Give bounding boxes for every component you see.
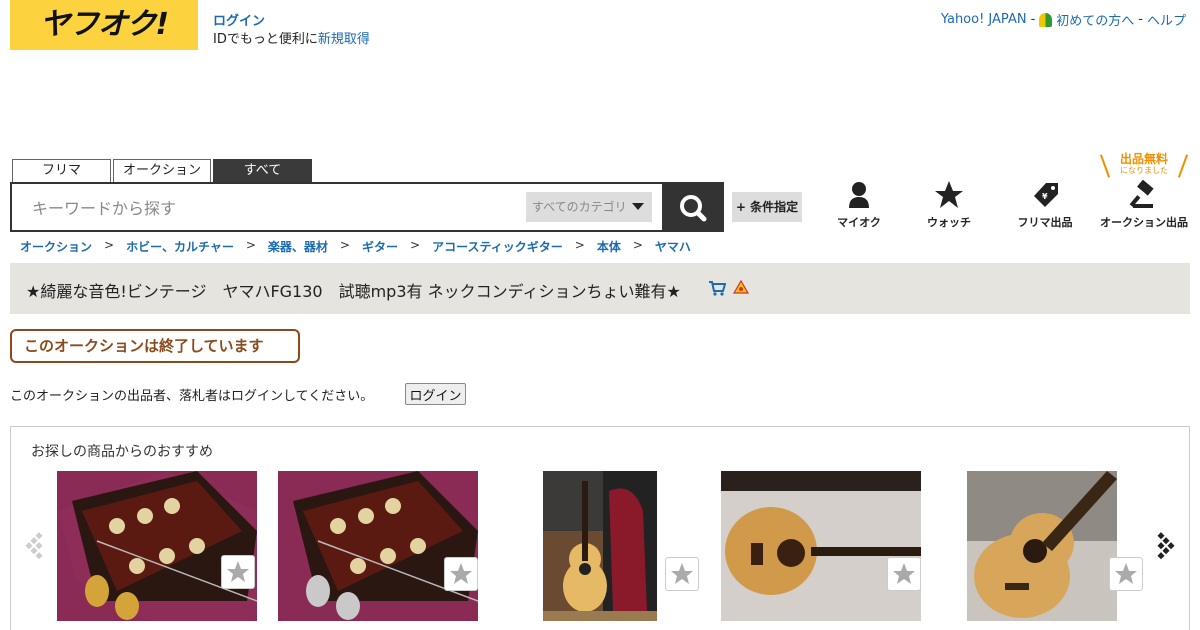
tab-all[interactable]: すべて <box>213 159 312 183</box>
watch-star-button[interactable] <box>1109 557 1143 591</box>
login-subtext: IDでもっと便利に新規取得 <box>213 28 370 47</box>
breadcrumb-item[interactable]: アコースティックギター <box>432 238 563 255</box>
beginner-leaf-icon <box>1039 12 1053 27</box>
guitar-case-photo <box>543 471 657 621</box>
yahuoku-logo[interactable]: ヤフオク! <box>10 0 198 50</box>
auction-listing-link[interactable]: オークション出品 <box>1098 180 1190 230</box>
watch-star-button[interactable] <box>665 557 699 591</box>
search-button[interactable] <box>662 182 724 232</box>
breadcrumb-sep: > <box>245 238 256 252</box>
flea-listing-link[interactable]: ¥ フリマ出品 <box>1000 180 1090 230</box>
search-box: すべてのカテゴリ <box>10 182 664 232</box>
myauction-label: マイオク <box>837 216 881 229</box>
guitar-headstock-photo <box>57 471 257 621</box>
category-select-label: すべてのカテゴリ <box>532 200 627 214</box>
login-sub-prefix: IDでもっと便利に <box>213 32 318 47</box>
login-link[interactable]: ログイン <box>213 10 265 29</box>
item-title: ★綺麗な音色!ビンテージ ヤマハFG130 試聴mp3有 ネックコンディションち… <box>26 282 681 301</box>
star-icon <box>450 563 472 584</box>
tab-auction[interactable]: オークション <box>113 159 211 183</box>
search-icon <box>680 195 707 222</box>
breadcrumb-item[interactable]: ギター <box>362 238 398 255</box>
logo-text: ヤフオク! <box>39 7 169 42</box>
star-icon <box>1115 563 1137 584</box>
category-select[interactable]: すべてのカテゴリ <box>526 192 652 222</box>
breadcrumb-item[interactable]: ヤマハ <box>655 238 691 255</box>
free-listing-badge[interactable]: 出品無料 になりました <box>1099 152 1189 180</box>
star-icon <box>227 561 249 582</box>
item-title-bar: ★綺麗な音色!ビンテージ ヤマハFG130 試聴mp3有 ネックコンディションち… <box>10 263 1190 314</box>
beginners-link[interactable]: 初めての方へ <box>1056 10 1134 29</box>
star-icon <box>935 181 963 208</box>
user-icon <box>849 182 869 208</box>
auction-ended-badge: このオークションは終了しています <box>10 329 300 363</box>
cart-icon <box>709 281 726 296</box>
separator: - <box>1138 12 1143 27</box>
guitar-headstock-photo <box>278 471 478 621</box>
breadcrumb-sep: > <box>339 238 350 252</box>
promo-sub: になりました <box>1120 166 1168 175</box>
prev-arrow-icon[interactable] <box>25 531 47 561</box>
tab-flea[interactable]: フリマ <box>12 159 111 183</box>
help-link[interactable]: ヘルプ <box>1147 10 1186 29</box>
breadcrumb-item[interactable]: ホビー、カルチャー <box>126 238 234 255</box>
watch-label: ウォッチ <box>927 216 971 229</box>
gavel-icon <box>1129 180 1154 208</box>
flea-listing-label: フリマ出品 <box>1017 216 1073 229</box>
breadcrumb-sep: > <box>632 238 643 252</box>
promo-title: 出品無料 <box>1119 152 1168 166</box>
next-arrow-icon[interactable] <box>1155 531 1177 561</box>
svg-text:¥: ¥ <box>1042 192 1048 201</box>
breadcrumb-sep: > <box>104 238 115 252</box>
chevron-down-icon <box>632 203 644 210</box>
login-notice: このオークションの出品者、落札者はログインしてください。 <box>10 389 374 404</box>
acoustic-guitar-photo <box>721 471 921 621</box>
search-input[interactable] <box>32 196 512 220</box>
breadcrumb-sep: > <box>574 238 585 252</box>
breadcrumb-item[interactable]: 本体 <box>597 238 621 255</box>
conditions-button[interactable]: + 条件指定 <box>732 192 802 222</box>
auction-listing-label: オークション出品 <box>1100 216 1188 229</box>
breadcrumb-item[interactable]: 楽器、器材 <box>268 238 328 255</box>
watch-star-button[interactable] <box>221 555 255 589</box>
yahoo-japan-link[interactable]: Yahoo! JAPAN <box>941 12 1027 27</box>
price-tag-icon: ¥ <box>1034 183 1058 207</box>
breadcrumb-sep: > <box>410 238 421 252</box>
register-link[interactable]: 新規取得 <box>318 32 370 47</box>
breadcrumb: オークション > ホビー、カルチャー > 楽器、器材 > ギター > アコースティックギ… <box>20 238 691 255</box>
top-right-links: Yahoo! JAPAN - 初めての方へ - ヘルプ <box>941 10 1186 29</box>
separator: - <box>1030 12 1036 27</box>
watch-link[interactable]: ウォッチ <box>904 180 994 230</box>
recommendations-heading: お探しの商品からのおすすめ <box>31 444 213 460</box>
recommendations-panel: お探しの商品からのおすすめ <box>10 426 1190 630</box>
watch-star-button[interactable] <box>444 557 478 591</box>
star-icon <box>893 563 915 584</box>
myauction-link[interactable]: マイオク <box>814 180 904 230</box>
watch-star-button[interactable] <box>887 557 921 591</box>
login-button[interactable]: ログイン <box>405 383 466 405</box>
acoustic-guitar-photo <box>967 471 1117 621</box>
new-item-icon <box>732 279 750 294</box>
star-icon <box>671 563 693 584</box>
breadcrumb-item[interactable]: オークション <box>20 238 92 255</box>
